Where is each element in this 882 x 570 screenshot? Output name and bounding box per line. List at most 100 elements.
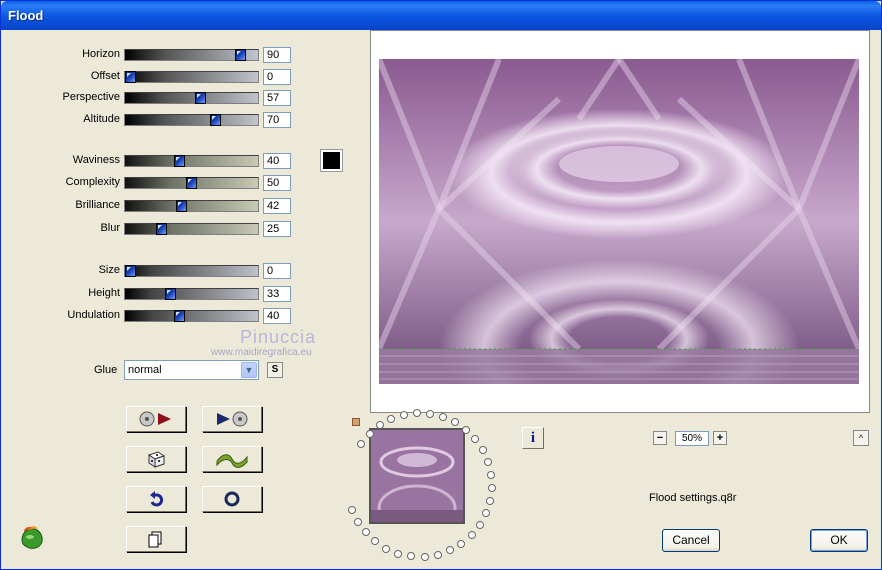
dial-dot[interactable] (412, 409, 421, 418)
slider-label: Altitude (83, 113, 120, 125)
zoom-out-button[interactable]: − (653, 431, 667, 445)
slider-thumb[interactable] (235, 49, 246, 61)
dial-dot[interactable] (475, 521, 484, 530)
reset-button[interactable] (202, 486, 262, 512)
dial-dot[interactable] (438, 412, 447, 421)
slider-thumb[interactable] (174, 155, 185, 167)
navigator-handle[interactable] (352, 418, 360, 426)
preview-image[interactable] (379, 59, 859, 384)
slider-track-brilliance[interactable] (124, 200, 259, 212)
dial-dot[interactable] (482, 509, 491, 518)
dial-dot[interactable] (487, 470, 496, 479)
slider-thumb[interactable] (210, 114, 221, 126)
slider-thumb[interactable] (125, 265, 136, 277)
dial-dot[interactable] (361, 528, 370, 537)
value-field-horizon[interactable]: 90 (263, 47, 291, 63)
color-swatch[interactable] (320, 149, 343, 172)
dial-dot[interactable] (451, 418, 460, 427)
value-field-height[interactable]: 33 (263, 286, 291, 302)
dial-dot[interactable] (394, 549, 403, 558)
play-button[interactable] (202, 406, 262, 432)
slider-label: Waviness (72, 154, 120, 166)
dial-dot[interactable] (461, 425, 470, 434)
dial-dot[interactable] (382, 544, 391, 553)
glue-value: normal (128, 364, 162, 376)
navigator-thumbnail[interactable] (369, 428, 465, 524)
dial-dot[interactable] (446, 546, 455, 555)
slider-thumb[interactable] (165, 288, 176, 300)
glue-label: Glue (94, 364, 118, 376)
value-field-altitude[interactable]: 70 (263, 112, 291, 128)
slider-thumb[interactable] (176, 200, 187, 212)
dial-dot[interactable] (365, 429, 374, 438)
dial-dot[interactable] (420, 552, 429, 561)
cancel-button[interactable]: Cancel (662, 529, 720, 552)
slider-track-size[interactable] (124, 265, 259, 277)
slider-label: Perspective (62, 91, 120, 103)
zoom-in-button[interactable]: + (713, 431, 727, 445)
slider-label: Offset (90, 70, 120, 82)
dialog-body: Horizon 90 Offset 0 Perspective 57 Altit… (4, 30, 878, 568)
slider-track-complexity[interactable] (124, 177, 259, 189)
preview-frame (370, 30, 870, 413)
dial-dot[interactable] (399, 410, 408, 419)
chevron-down-icon[interactable]: ▼ (241, 362, 257, 378)
window-title: Flood (8, 8, 44, 23)
slider-label: Height (88, 287, 120, 299)
ok-button[interactable]: OK (810, 529, 868, 552)
dial-dot[interactable] (486, 496, 495, 505)
dial-dot[interactable] (357, 439, 366, 448)
value-field-brilliance[interactable]: 42 (263, 198, 291, 214)
collapse-button[interactable]: ^ (853, 430, 869, 446)
glue-dropdown[interactable]: normal ▼ (124, 360, 259, 380)
slider-track-blur[interactable] (124, 223, 259, 235)
dial-dot[interactable] (478, 445, 487, 454)
dial-dot[interactable] (471, 434, 480, 443)
load-preset-button[interactable] (126, 406, 186, 432)
slider-row-complexity: Complexity 50 (4, 174, 304, 192)
slider-track-undulation[interactable] (124, 310, 259, 322)
dial-dot[interactable] (426, 409, 435, 418)
slider-track-horizon[interactable] (124, 49, 259, 61)
play-icon (217, 411, 248, 427)
value-field-undulation[interactable]: 40 (263, 308, 291, 324)
dial-dot[interactable] (371, 537, 380, 546)
title-bar[interactable]: Flood (1, 1, 881, 30)
value-field-blur[interactable]: 25 (263, 221, 291, 237)
slider-track-perspective[interactable] (124, 92, 259, 104)
value-field-offset[interactable]: 0 (263, 69, 291, 85)
slider-track-altitude[interactable] (124, 114, 259, 126)
glue-s-button[interactable]: S (267, 362, 283, 378)
value-field-perspective[interactable]: 57 (263, 90, 291, 106)
undo-button[interactable] (126, 486, 186, 512)
dial-dot[interactable] (487, 483, 496, 492)
slider-thumb[interactable] (125, 71, 136, 83)
slider-thumb[interactable] (174, 310, 185, 322)
slider-thumb[interactable] (156, 223, 167, 235)
dial-dot[interactable] (467, 531, 476, 540)
dial-dot[interactable] (484, 457, 493, 466)
dial-dot[interactable] (407, 552, 416, 561)
dial-dot[interactable] (433, 550, 442, 559)
info-button[interactable]: i (522, 427, 544, 449)
reset-icon (224, 491, 240, 507)
copy-button[interactable] (126, 526, 186, 552)
dial-dot[interactable] (387, 414, 396, 423)
wave-button[interactable] (202, 446, 262, 472)
random-button[interactable] (126, 446, 186, 472)
slider-track-height[interactable] (124, 288, 259, 300)
value-field-waviness[interactable]: 40 (263, 153, 291, 169)
slider-thumb[interactable] (186, 177, 197, 189)
settings-filename: Flood settings.q8r (649, 492, 737, 504)
value-field-size[interactable]: 0 (263, 263, 291, 279)
slider-track-offset[interactable] (124, 71, 259, 83)
dial-dot[interactable] (457, 539, 466, 548)
slider-track-waviness[interactable] (124, 155, 259, 167)
slider-label: Complexity (65, 176, 120, 188)
zoom-level[interactable]: 50% (675, 431, 709, 446)
dial-dot[interactable] (353, 517, 362, 526)
value-field-complexity[interactable]: 50 (263, 175, 291, 191)
dial-dot[interactable] (348, 505, 357, 514)
slider-row-offset: Offset 0 (4, 68, 304, 86)
slider-thumb[interactable] (195, 92, 206, 104)
